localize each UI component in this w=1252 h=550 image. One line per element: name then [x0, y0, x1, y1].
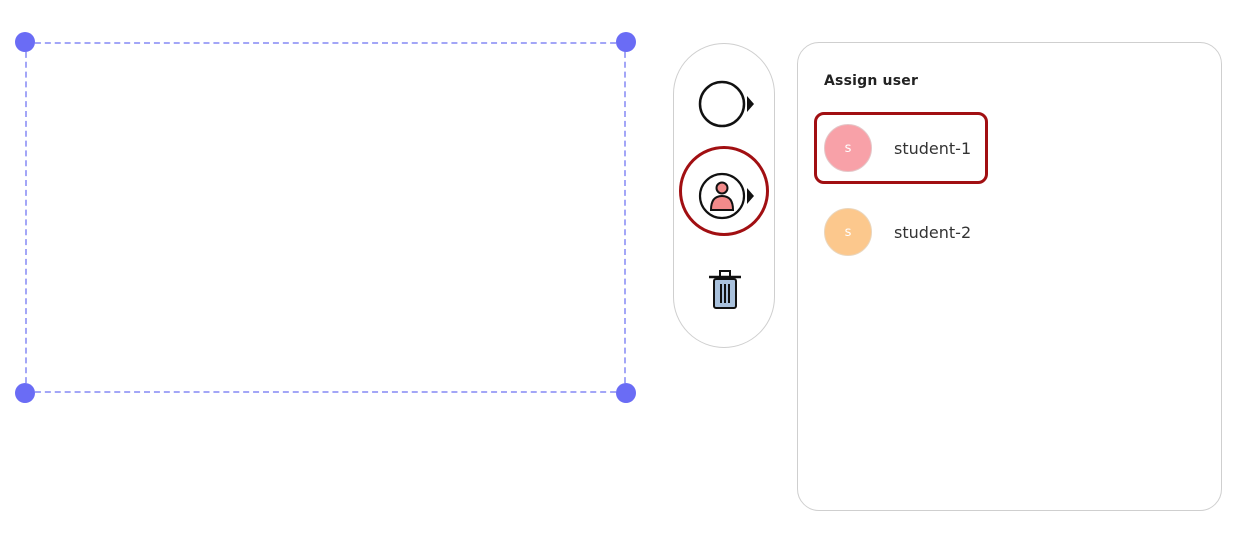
selection-box[interactable]: [25, 42, 626, 393]
resize-handle-bottom-left[interactable]: [15, 383, 35, 403]
user-name: student-2: [894, 222, 972, 242]
resize-handle-bottom-right[interactable]: [616, 383, 636, 403]
resize-handle-top-right[interactable]: [616, 32, 636, 52]
shape-tool-button[interactable]: [691, 70, 759, 138]
user-item-student-1[interactable]: s student-1: [824, 123, 971, 173]
assign-user-button[interactable]: [691, 162, 759, 230]
avatar: s: [824, 124, 872, 172]
assign-user-icon: [698, 172, 754, 220]
avatar: s: [824, 208, 872, 256]
circle-shape-icon: [698, 80, 754, 128]
element-toolbar: [673, 43, 775, 348]
user-name: student-1: [894, 138, 972, 158]
user-item-student-2[interactable]: s student-2: [824, 207, 971, 257]
delete-button[interactable]: [691, 256, 759, 324]
resize-handle-top-left[interactable]: [15, 32, 35, 52]
assign-user-panel: Assign user s student-1 s student-2: [797, 42, 1222, 511]
panel-title: Assign user: [824, 73, 919, 89]
trash-icon: [709, 270, 741, 309]
